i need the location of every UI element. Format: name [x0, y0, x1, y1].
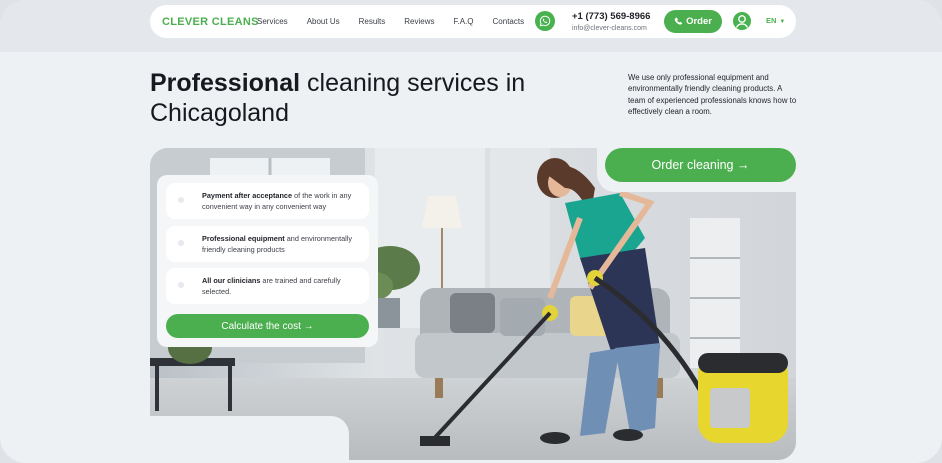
- language-label: EN: [766, 16, 777, 25]
- feature-item-equipment: Professional equipment and environmental…: [166, 226, 369, 262]
- calculate-cost-button[interactable]: Calculate the cost →: [166, 314, 369, 338]
- page-title-bold: Professional: [150, 69, 301, 97]
- nav-item-contacts[interactable]: Contacts: [493, 17, 525, 26]
- bullet-icon: [178, 282, 184, 288]
- logo[interactable]: CLEVER CLEANS: [162, 16, 259, 28]
- bullet-icon: [178, 240, 184, 246]
- page-frame: CLEVER CLEANS Services About Us Results …: [0, 0, 942, 463]
- page-title: Professional cleaning services in Chicag…: [150, 68, 580, 128]
- nav-item-results[interactable]: Results: [359, 17, 386, 26]
- nav-item-services[interactable]: Services: [257, 17, 288, 26]
- feature-text: All our clinicians are trained and caref…: [202, 275, 363, 297]
- features-card: Payment after acceptance of the work in …: [157, 175, 378, 347]
- email-address[interactable]: info@clever-cleans.com: [572, 25, 647, 32]
- feature-bold: Payment after acceptance: [202, 191, 293, 200]
- order-button-label: Order: [686, 16, 712, 27]
- feature-text: Payment after acceptance of the work in …: [202, 190, 363, 212]
- order-button[interactable]: Order: [664, 10, 722, 33]
- feature-text: Professional equipment and environmental…: [202, 233, 363, 255]
- hero-description: We use only professional equipment and e…: [628, 73, 797, 117]
- navbar: CLEVER CLEANS Services About Us Results …: [150, 5, 796, 38]
- user-icon[interactable]: [733, 12, 751, 30]
- feature-bold: All our clinicians: [202, 276, 261, 285]
- language-selector[interactable]: EN ▼: [766, 16, 785, 25]
- phone-icon: [674, 17, 683, 25]
- nav-item-reviews[interactable]: Reviews: [404, 17, 434, 26]
- order-cleaning-button[interactable]: Order cleaning →: [605, 148, 796, 182]
- whatsapp-icon[interactable]: [535, 11, 555, 31]
- nav-links: Services About Us Results Reviews F.A.Q …: [257, 17, 543, 26]
- chevron-down-icon: ▼: [779, 19, 786, 25]
- nav-item-faq[interactable]: F.A.Q: [454, 17, 474, 26]
- feature-bold: Professional equipment: [202, 234, 285, 243]
- nav-item-about-us[interactable]: About Us: [307, 17, 340, 26]
- hero-cutout-bottom: [140, 416, 349, 463]
- phone-number[interactable]: +1 (773) 569-8966: [572, 11, 650, 22]
- feature-item-clinicians: All our clinicians are trained and caref…: [166, 268, 369, 304]
- feature-item-payment: Payment after acceptance of the work in …: [166, 183, 369, 219]
- bullet-icon: [178, 197, 184, 203]
